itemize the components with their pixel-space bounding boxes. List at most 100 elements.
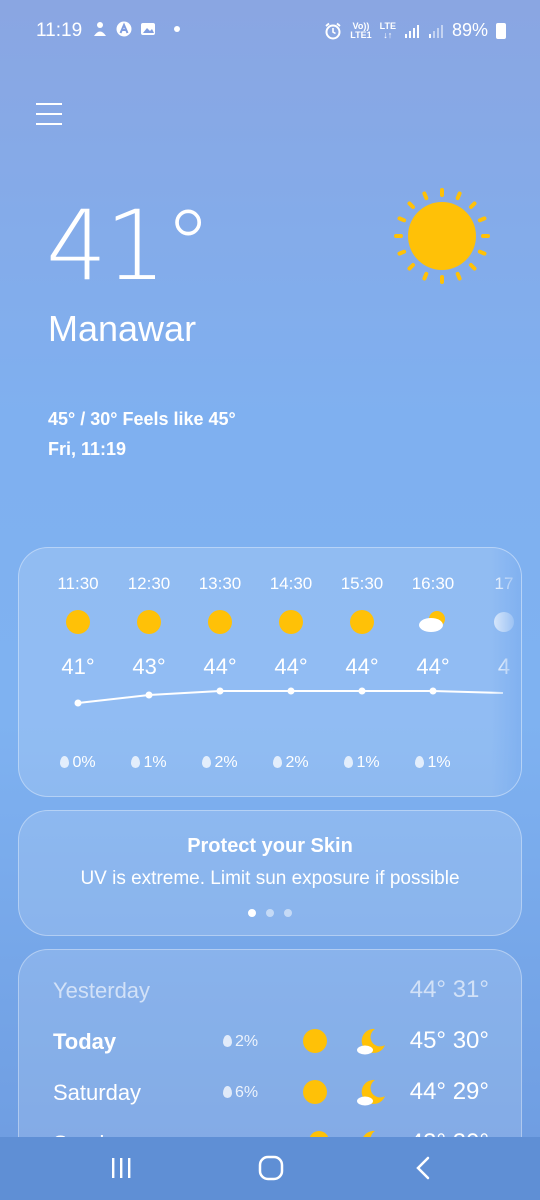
day-precip: 2% [223,1033,258,1051]
hour-temp: 44° [416,654,450,679]
menu-line [36,123,62,125]
menu-line [36,113,62,115]
menu-icon[interactable] [36,103,62,127]
hour-precip-value: 1% [356,754,380,771]
a-logo-icon [116,21,132,37]
home-icon[interactable] [258,1155,284,1181]
notification-icons [92,21,180,37]
system-icons: Vo)) LTE1 LTE ↓↑ 89% [324,20,506,41]
lte-indicator: LTE ↓↑ [380,21,396,40]
hour-precip: 1% [398,754,468,772]
sun-icon [66,610,90,634]
day-temps: 44° 31° [409,976,489,1003]
raindrop-icon [344,756,354,768]
day-precip: 6% [223,1084,258,1102]
city-name: Manawar [48,308,197,349]
uv-tip-card[interactable]: Protect your Skin UV is extreme. Limit s… [18,810,522,936]
hour-precip: 2% [256,754,326,772]
partly-cloudy-icon [419,611,445,632]
page-dot[interactable] [266,909,274,917]
hour-time: 12:30 [127,574,171,593]
day-name: Saturday [53,1080,142,1105]
volte-indicator: Vo)) LTE1 [350,21,372,40]
daily-row-yesterday[interactable]: Yesterday 44° 31° [19,970,523,1014]
hourly-item[interactable]: 12:30 43° 1% [114,548,184,796]
gallery-icon [141,23,155,35]
hour-precip-value: 2% [214,754,238,771]
hourly-item[interactable]: 15:30 44° 1% [327,548,397,796]
battery-icon [496,22,506,39]
raindrop-icon [131,756,141,768]
hour-precip: 0% [43,754,113,772]
sun-icon [303,1029,327,1053]
current-temperature: 41° [46,190,212,302]
hour-precip-value: 0% [72,754,96,771]
current-datetime: Fri, 11:19 [48,439,127,459]
hour-precip-value: 1% [143,754,167,771]
hour-time: 16:30 [411,574,455,593]
hour-time: 11:30 [57,574,99,593]
sun-icon [350,610,374,634]
tip-body: UV is extreme. Limit sun exposure if pos… [80,868,460,889]
scroll-fade [491,548,521,796]
menu-line [36,103,62,105]
data-arrows-label: ↓↑ [383,29,393,40]
hour-time: 15:30 [340,574,384,593]
hour-time: 13:30 [198,574,242,593]
raindrop-icon [273,756,283,768]
lte1-label: LTE1 [350,29,372,40]
sun-icon [279,610,303,634]
day-precip-value: 2% [235,1033,259,1050]
raindrop-icon [60,756,70,768]
temperature-range: 45° / 30° Feels like 45° [48,409,236,429]
back-icon[interactable] [414,1155,432,1181]
raindrop-icon [223,1086,232,1098]
sun-icon [208,610,232,634]
hourly-item[interactable]: 16:30 44° 1% [398,548,468,796]
signal-strength-icon [404,24,419,38]
app-notification-icon [94,22,106,36]
moon-cloud-icon [357,1028,385,1055]
page-indicator[interactable] [19,909,521,917]
hour-temp: 44° [274,654,308,679]
hour-precip: 1% [327,754,397,772]
raindrop-icon [223,1035,232,1047]
hourly-item[interactable]: 14:30 44° 2% [256,548,326,796]
hourly-item[interactable]: 13:30 44° 2% [185,548,255,796]
day-temps: 44° 29° [409,1078,489,1105]
recent-apps-icon[interactable] [110,1155,132,1181]
raindrop-icon [415,756,425,768]
alarm-icon [325,22,341,39]
navigation-bar [0,1137,540,1200]
hour-precip-value: 2% [285,754,309,771]
sun-icon [394,188,490,284]
hour-temp: 43° [132,654,166,679]
page-dot-active[interactable] [248,909,256,917]
status-time: 11:19 [36,20,83,41]
hourly-forecast-card[interactable]: 11:30 41° 0% 12:30 43° 1% 13:30 44° 2% 14:30 44° 2%… [18,547,522,797]
day-temps: 45° 30° [409,1027,489,1054]
hour-temp: 44° [203,654,237,679]
page-dot[interactable] [284,909,292,917]
hour-precip: 2% [185,754,255,772]
raindrop-icon [202,756,212,768]
sun-icon [303,1080,327,1104]
hour-precip-value: 1% [427,754,451,771]
sun-icon [137,610,161,634]
hour-precip: 1% [114,754,184,772]
day-name: Yesterday [53,978,151,1003]
daily-row-saturday[interactable]: Saturday 6% 44° 29° [19,1072,523,1116]
day-name: Today [53,1029,117,1054]
moon-cloud-icon [357,1079,385,1106]
hour-temp: 44° [345,654,379,679]
battery-percent: 89% [451,20,488,40]
more-notifications-dot-icon [174,26,180,32]
day-precip-value: 6% [235,1084,259,1101]
hour-temp: 41° [61,654,95,679]
tip-title: Protect your Skin [187,835,353,857]
hour-time: 14:30 [269,574,313,593]
daily-row-today[interactable]: Today 2% 45° 30° [19,1021,523,1065]
signal-strength-2-icon [428,24,443,38]
hourly-item[interactable]: 11:30 41° 0% [43,548,113,796]
status-bar: 11:19 Vo)) LTE1 LTE ↓↑ 89% [0,0,540,62]
